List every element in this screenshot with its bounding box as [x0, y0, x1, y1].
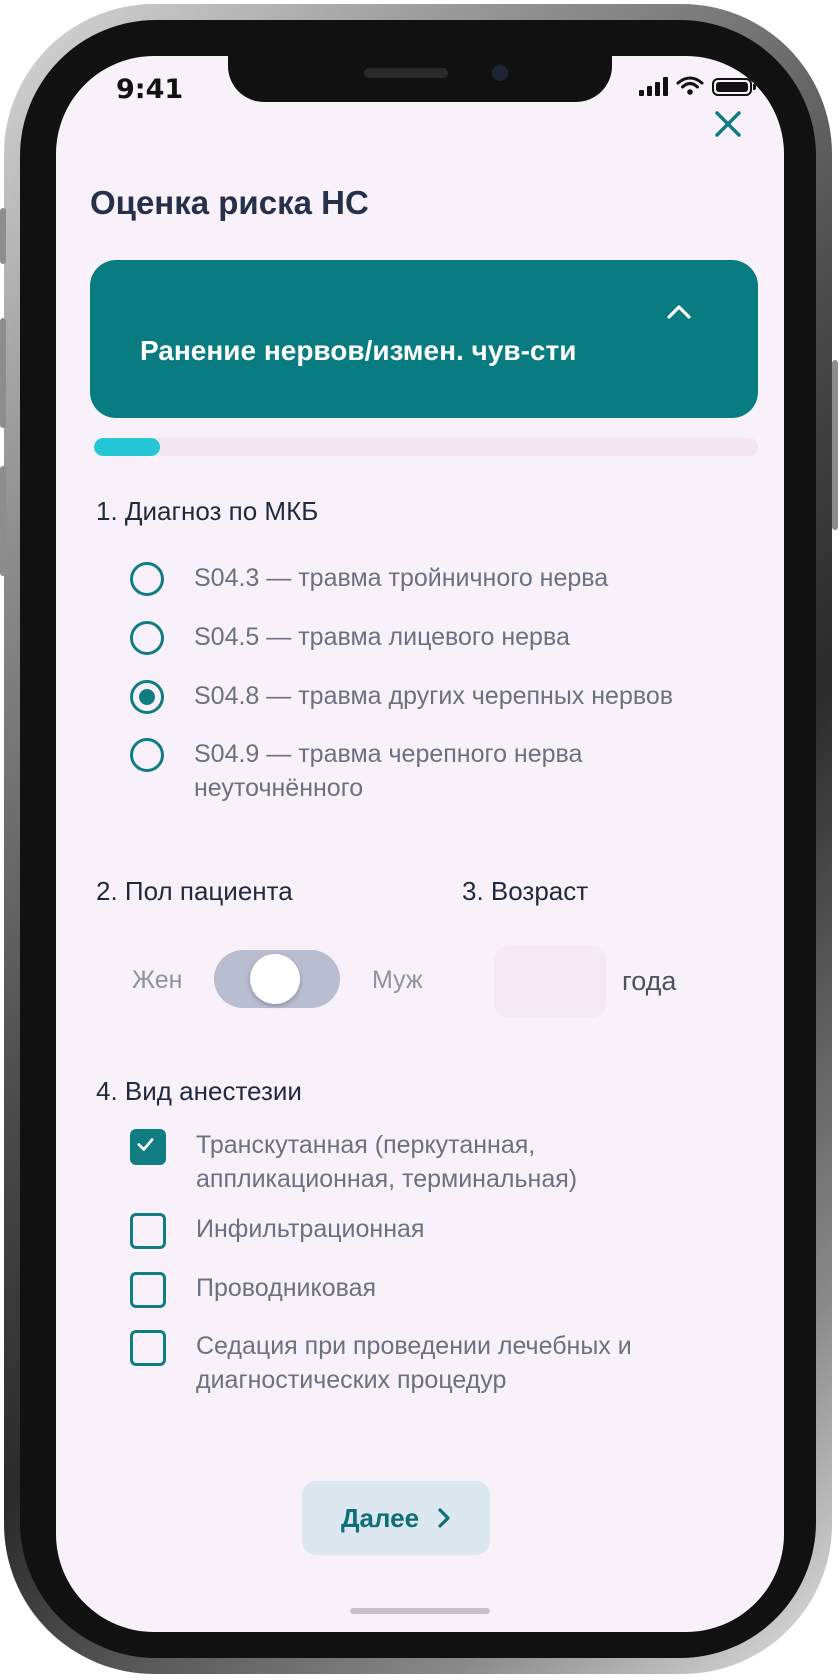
checkbox[interactable] — [130, 1213, 166, 1249]
home-indicator — [350, 1608, 490, 1614]
progress-fill — [94, 438, 161, 456]
toggle-label-female: Жен — [132, 966, 183, 994]
close-icon[interactable] — [710, 106, 746, 142]
front-camera — [492, 65, 508, 81]
status-icons — [639, 76, 756, 96]
chevron-up-icon[interactable] — [666, 302, 692, 322]
volume-down-button — [0, 466, 6, 576]
diagnosis-option[interactable]: S04.8 — травма других черепных нервов — [130, 680, 673, 714]
status-time: 9:41 — [116, 74, 184, 105]
battery-icon — [712, 78, 756, 96]
option-text-line2: неуточнённого — [194, 774, 364, 802]
toggle-knob[interactable] — [250, 954, 300, 1004]
option-text: S04.5 — травма лицевого нерва — [194, 623, 570, 651]
option-text: S04.8 — травма других черепных нервов — [194, 682, 674, 710]
option-text: S04.3 — травма тройничного нерва — [194, 564, 609, 592]
checkbox[interactable] — [130, 1272, 166, 1308]
chevron-right-icon — [438, 1508, 450, 1528]
speaker — [364, 68, 448, 78]
diagnosis-option[interactable]: S04.3 — травма тройничного нерва — [130, 562, 608, 596]
anesthesia-option[interactable]: Инфильтрационная — [130, 1213, 424, 1249]
option-text-line2: диагностических процедур — [196, 1366, 507, 1394]
sex-label: 2. Пол пациента — [96, 876, 293, 906]
app-screen: 9:41 Оценка риска НС Ранение нервов/изме… — [56, 56, 784, 1632]
radio-button[interactable] — [130, 562, 164, 596]
anesthesia-label: 4. Вид анестезии — [96, 1076, 302, 1106]
checkbox-checked[interactable] — [130, 1129, 166, 1165]
age-label: 3. Возраст — [462, 876, 589, 906]
power-button — [832, 360, 838, 530]
volume-up-button — [0, 318, 6, 428]
toggle-label-male: Муж — [372, 966, 423, 994]
diagnosis-label: 1. Диагноз по МКБ — [96, 496, 319, 526]
option-text: S04.9 — травма черепного нерва — [194, 740, 583, 768]
diagnosis-option[interactable]: S04.5 — травма лицевого нерва — [130, 621, 570, 655]
option-text: Проводниковая — [196, 1274, 377, 1302]
section-title: Ранение нервов/измен. чув-сти — [140, 335, 577, 366]
wifi-icon — [676, 76, 704, 95]
checkbox[interactable] — [130, 1330, 166, 1366]
section-accordion[interactable]: Ранение нервов/измен. чув-сти — [90, 260, 758, 418]
option-text: Инфильтрационная — [196, 1215, 425, 1243]
option-text: Седация при проведении лечебных и — [196, 1332, 632, 1360]
sex-toggle[interactable] — [214, 950, 340, 1008]
anesthesia-option[interactable]: Проводниковая — [130, 1272, 376, 1308]
signal-icon — [639, 76, 668, 96]
diagnosis-option[interactable]: S04.9 — травма черепного нерва неуточнён… — [130, 738, 582, 805]
option-text-line2: аппликационная, терминальная) — [196, 1165, 578, 1193]
progress-bar — [94, 438, 758, 456]
radio-button-selected[interactable] — [130, 680, 164, 714]
anesthesia-option[interactable]: Седация при проведении лечебных и диагно… — [130, 1330, 632, 1397]
age-input[interactable] — [494, 946, 606, 1018]
option-text: Транскутанная (перкутанная, — [196, 1131, 536, 1159]
next-button[interactable]: Далее — [302, 1481, 490, 1555]
next-button-label: Далее — [340, 1502, 420, 1533]
radio-button[interactable] — [130, 621, 164, 655]
check-icon — [137, 1138, 154, 1151]
radio-button[interactable] — [130, 738, 164, 772]
notch — [228, 56, 612, 102]
age-unit: года — [622, 966, 677, 996]
page-title: Оценка риска НС — [90, 184, 369, 221]
anesthesia-option[interactable]: Транскутанная (перкутанная, аппликационн… — [130, 1129, 577, 1196]
silent-switch — [0, 208, 6, 264]
